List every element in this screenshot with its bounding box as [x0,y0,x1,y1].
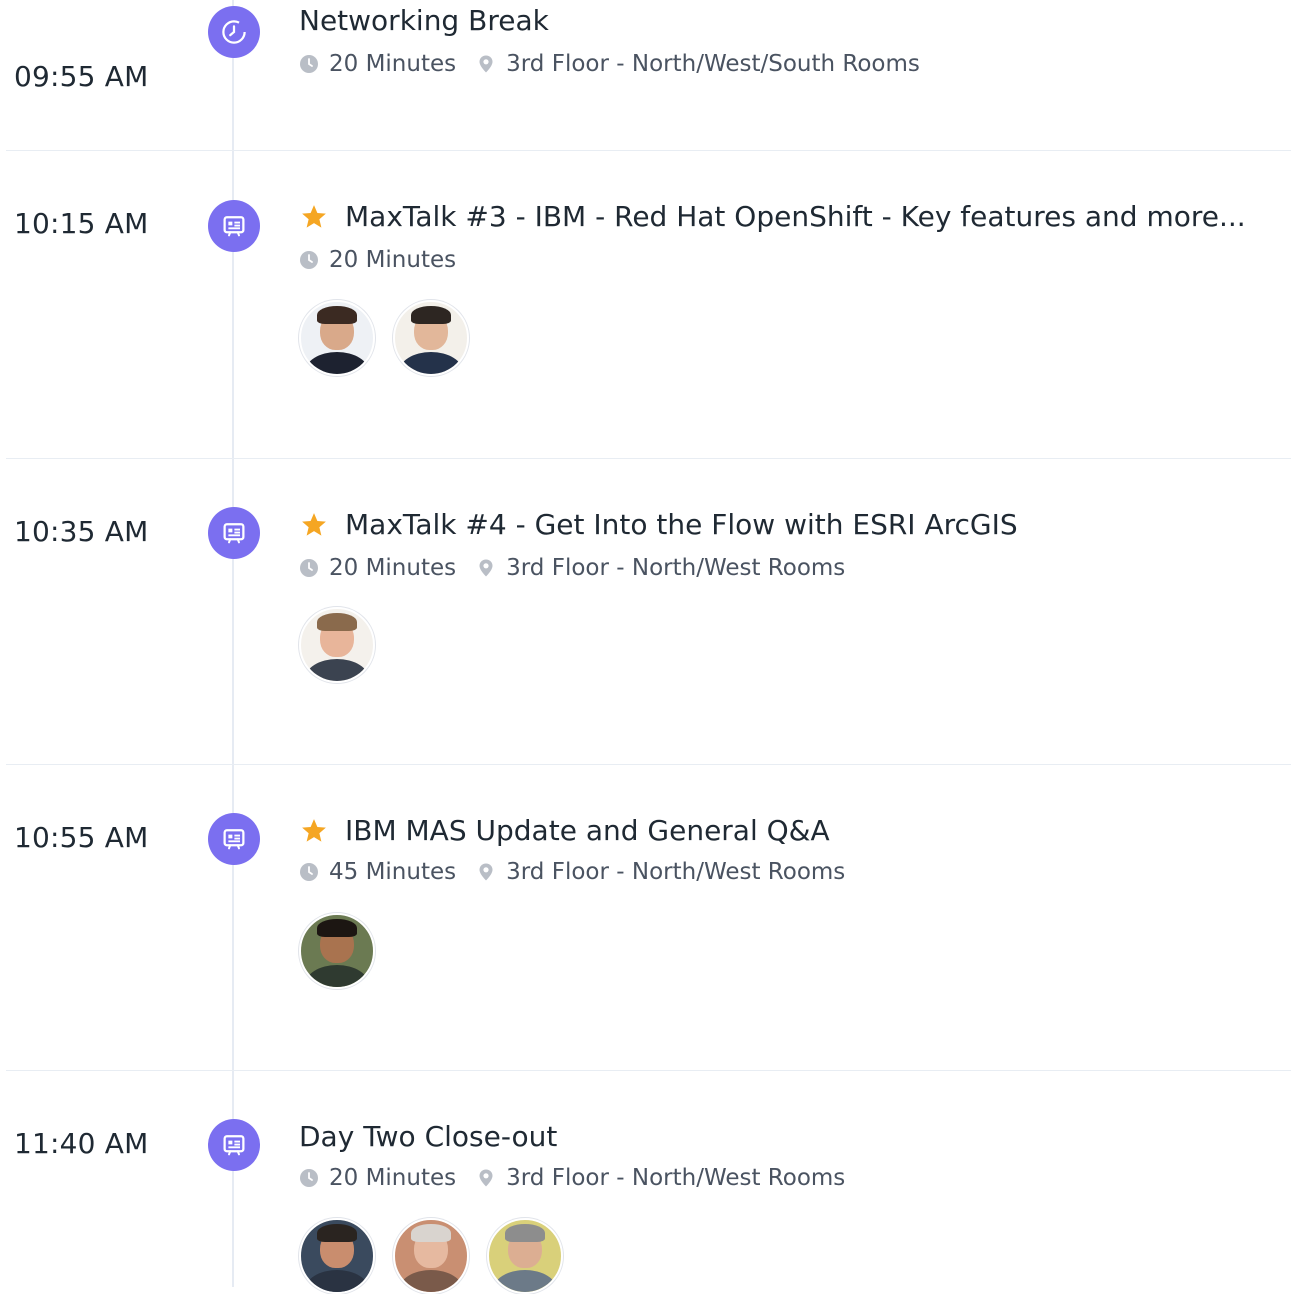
location-pin-icon [479,863,493,881]
session-node [208,1119,260,1171]
location-pin-icon [479,55,493,73]
session-title[interactable]: IBM MAS Update and General Q&A [299,814,830,847]
row-divider [6,150,1291,151]
session-location: 3rd Floor - North/West/South Rooms [506,51,920,77]
speaker-avatars [299,607,393,683]
session-time: 09:55 AM [14,60,149,93]
speaker-avatar[interactable] [393,1218,469,1294]
avatar-shoulders [305,659,369,681]
session-title[interactable]: MaxTalk #4 - Get Into the Flow with ESRI… [299,508,1018,541]
duration-icon [300,55,318,73]
avatar-hair [411,306,451,324]
timeline-line [232,0,234,1287]
session-title-text[interactable]: IBM MAS Update and General Q&A [345,814,830,847]
avatar-shoulders [305,965,369,987]
session-meta: 20 Minutes [299,247,456,273]
avatar-hair [505,1224,545,1242]
speaker-avatar[interactable] [487,1218,563,1294]
session-duration: 20 Minutes [329,1165,457,1191]
speaker-avatars [299,300,487,376]
session-node [208,813,260,865]
duration-icon [300,863,318,881]
avatar-shoulders [305,352,369,374]
session-location: 3rd Floor - North/West Rooms [506,555,846,581]
speaker-avatar[interactable] [299,913,375,989]
speaker-avatars [299,913,393,989]
speaker-avatars [299,1218,581,1294]
session-time: 10:55 AM [14,821,149,854]
session-title[interactable]: MaxTalk #3 - IBM - Red Hat OpenShift - K… [299,200,1246,233]
speaker-avatar[interactable] [299,607,375,683]
session-time: 10:15 AM [14,207,149,240]
session-title-text[interactable]: MaxTalk #4 - Get Into the Flow with ESRI… [345,508,1018,541]
star-icon[interactable] [299,816,329,846]
avatar-shoulders [493,1270,557,1292]
session-meta: 20 Minutes 3rd Floor - North/West Rooms [299,1165,845,1191]
session-duration: 20 Minutes [329,555,457,581]
speaker-avatar[interactable] [299,300,375,376]
row-divider [6,1070,1291,1071]
session-meta: 20 Minutes 3rd Floor - North/West Rooms [299,555,845,581]
row-divider [6,764,1291,765]
row-divider [6,458,1291,459]
presentation-icon [223,523,245,544]
break-node [208,6,260,58]
session-meta: 20 Minutes 3rd Floor - North/West/South R… [299,51,920,77]
session-title-text[interactable]: Networking Break [299,4,549,37]
location-pin-icon [479,1169,493,1187]
session-time: 11:40 AM [14,1127,149,1160]
duration-icon [300,1169,318,1187]
session-location: 3rd Floor - North/West Rooms [506,859,846,885]
location-pin-icon [479,559,493,577]
session-duration: 20 Minutes [329,51,457,77]
presentation-icon [223,829,245,850]
session-meta: 45 Minutes 3rd Floor - North/West Rooms [299,859,845,885]
clock-icon [222,20,246,44]
speaker-avatar[interactable] [393,300,469,376]
speaker-avatar[interactable] [299,1218,375,1294]
session-title-text[interactable]: Day Two Close-out [299,1120,557,1153]
session-title[interactable]: Networking Break [299,4,549,37]
session-duration: 45 Minutes [329,859,457,885]
session-title-text[interactable]: MaxTalk #3 - IBM - Red Hat OpenShift - K… [345,200,1246,233]
avatar-hair [317,613,357,631]
avatar-shoulders [399,352,463,374]
star-icon[interactable] [299,510,329,540]
session-node [208,200,260,252]
avatar-shoulders [399,1270,463,1292]
avatar-hair [411,1224,451,1242]
avatar-hair [317,1224,357,1242]
session-title[interactable]: Day Two Close-out [299,1120,557,1153]
avatar-hair [317,919,357,937]
presentation-icon [223,216,245,237]
duration-icon [300,559,318,577]
session-location: 3rd Floor - North/West Rooms [506,1165,846,1191]
duration-icon [300,251,318,269]
avatar-shoulders [305,1270,369,1292]
session-time: 10:35 AM [14,515,149,548]
session-node [208,507,260,559]
session-duration: 20 Minutes [329,247,457,273]
star-icon[interactable] [299,202,329,232]
avatar-hair [317,306,357,324]
presentation-icon [223,1135,245,1156]
